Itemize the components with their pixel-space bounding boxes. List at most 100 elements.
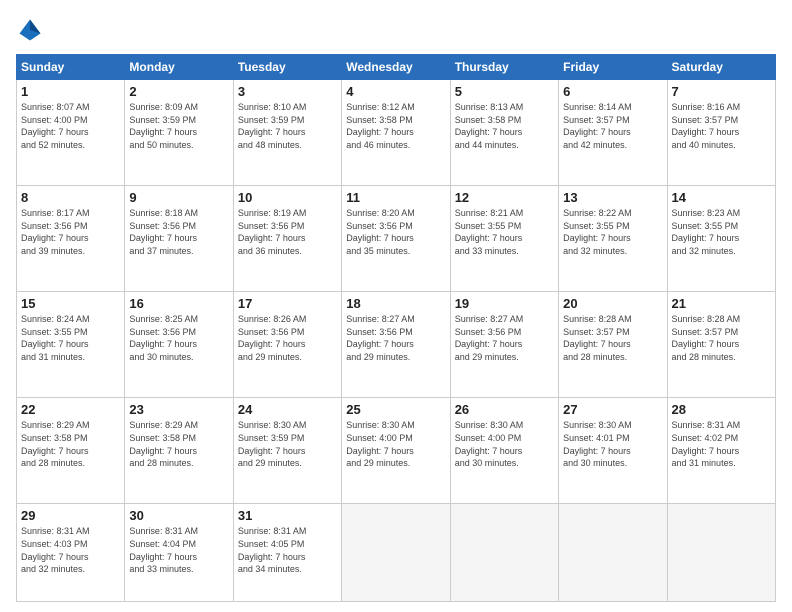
day-number: 21 [672, 296, 771, 311]
calendar-cell: 8 Sunrise: 8:17 AM Sunset: 3:56 PM Daylig… [17, 186, 125, 292]
calendar-cell: 16 Sunrise: 8:25 AM Sunset: 3:56 PM Dayli… [125, 292, 233, 398]
calendar-cell: 2 Sunrise: 8:09 AM Sunset: 3:59 PM Daylig… [125, 80, 233, 186]
day-number: 16 [129, 296, 228, 311]
day-number: 13 [563, 190, 662, 205]
weekday-header: Friday [559, 55, 667, 80]
calendar-cell: 24 Sunrise: 8:30 AM Sunset: 3:59 PM Dayli… [233, 398, 341, 504]
day-info: Sunrise: 8:31 AM Sunset: 4:03 PM Dayligh… [21, 525, 120, 575]
day-number: 15 [21, 296, 120, 311]
calendar-cell: 21 Sunrise: 8:28 AM Sunset: 3:57 PM Dayli… [667, 292, 775, 398]
calendar-cell: 25 Sunrise: 8:30 AM Sunset: 4:00 PM Dayli… [342, 398, 450, 504]
calendar: SundayMondayTuesdayWednesdayThursdayFrid… [16, 54, 776, 602]
header [16, 16, 776, 44]
day-info: Sunrise: 8:09 AM Sunset: 3:59 PM Dayligh… [129, 101, 228, 151]
calendar-cell: 14 Sunrise: 8:23 AM Sunset: 3:55 PM Dayli… [667, 186, 775, 292]
day-info: Sunrise: 8:22 AM Sunset: 3:55 PM Dayligh… [563, 207, 662, 257]
calendar-cell: 5 Sunrise: 8:13 AM Sunset: 3:58 PM Daylig… [450, 80, 558, 186]
day-number: 10 [238, 190, 337, 205]
calendar-cell: 12 Sunrise: 8:21 AM Sunset: 3:55 PM Dayli… [450, 186, 558, 292]
day-number: 18 [346, 296, 445, 311]
day-info: Sunrise: 8:25 AM Sunset: 3:56 PM Dayligh… [129, 313, 228, 363]
day-number: 2 [129, 84, 228, 99]
day-number: 4 [346, 84, 445, 99]
day-number: 8 [21, 190, 120, 205]
weekday-header: Wednesday [342, 55, 450, 80]
page: SundayMondayTuesdayWednesdayThursdayFrid… [0, 0, 792, 612]
day-info: Sunrise: 8:07 AM Sunset: 4:00 PM Dayligh… [21, 101, 120, 151]
calendar-cell [667, 504, 775, 602]
day-number: 1 [21, 84, 120, 99]
day-number: 17 [238, 296, 337, 311]
day-info: Sunrise: 8:28 AM Sunset: 3:57 PM Dayligh… [672, 313, 771, 363]
day-info: Sunrise: 8:26 AM Sunset: 3:56 PM Dayligh… [238, 313, 337, 363]
calendar-cell [342, 504, 450, 602]
calendar-cell: 29Sunrise: 8:31 AM Sunset: 4:03 PM Dayli… [17, 504, 125, 602]
day-number: 12 [455, 190, 554, 205]
day-info: Sunrise: 8:31 AM Sunset: 4:05 PM Dayligh… [238, 525, 337, 575]
calendar-cell: 13 Sunrise: 8:22 AM Sunset: 3:55 PM Dayli… [559, 186, 667, 292]
calendar-cell: 15 Sunrise: 8:24 AM Sunset: 3:55 PM Dayli… [17, 292, 125, 398]
day-info: Sunrise: 8:19 AM Sunset: 3:56 PM Dayligh… [238, 207, 337, 257]
day-number: 28 [672, 402, 771, 417]
day-info: Sunrise: 8:29 AM Sunset: 3:58 PM Dayligh… [21, 419, 120, 469]
calendar-cell: 23 Sunrise: 8:29 AM Sunset: 3:58 PM Dayli… [125, 398, 233, 504]
day-info: Sunrise: 8:30 AM Sunset: 4:00 PM Dayligh… [346, 419, 445, 469]
day-info: Sunrise: 8:27 AM Sunset: 3:56 PM Dayligh… [346, 313, 445, 363]
day-number: 6 [563, 84, 662, 99]
day-number: 19 [455, 296, 554, 311]
calendar-cell: 22 Sunrise: 8:29 AM Sunset: 3:58 PM Dayli… [17, 398, 125, 504]
logo [16, 16, 48, 44]
day-number: 23 [129, 402, 228, 417]
calendar-cell: 17 Sunrise: 8:26 AM Sunset: 3:56 PM Dayli… [233, 292, 341, 398]
day-number: 22 [21, 402, 120, 417]
day-number: 25 [346, 402, 445, 417]
calendar-cell: 10 Sunrise: 8:19 AM Sunset: 3:56 PM Dayli… [233, 186, 341, 292]
calendar-cell: 27 Sunrise: 8:30 AM Sunset: 4:01 PM Dayli… [559, 398, 667, 504]
day-info: Sunrise: 8:13 AM Sunset: 3:58 PM Dayligh… [455, 101, 554, 151]
day-info: Sunrise: 8:31 AM Sunset: 4:02 PM Dayligh… [672, 419, 771, 469]
calendar-cell: 31 Sunrise: 8:31 AM Sunset: 4:05 PM Dayli… [233, 504, 341, 602]
day-info: Sunrise: 8:31 AM Sunset: 4:04 PM Dayligh… [129, 525, 228, 575]
day-info: Sunrise: 8:21 AM Sunset: 3:55 PM Dayligh… [455, 207, 554, 257]
weekday-header: Tuesday [233, 55, 341, 80]
day-info: Sunrise: 8:14 AM Sunset: 3:57 PM Dayligh… [563, 101, 662, 151]
day-info: Sunrise: 8:16 AM Sunset: 3:57 PM Dayligh… [672, 101, 771, 151]
day-number: 27 [563, 402, 662, 417]
calendar-cell: 19 Sunrise: 8:27 AM Sunset: 3:56 PM Dayli… [450, 292, 558, 398]
day-info: Sunrise: 8:27 AM Sunset: 3:56 PM Dayligh… [455, 313, 554, 363]
day-number: 14 [672, 190, 771, 205]
day-info: Sunrise: 8:28 AM Sunset: 3:57 PM Dayligh… [563, 313, 662, 363]
day-info: Sunrise: 8:10 AM Sunset: 3:59 PM Dayligh… [238, 101, 337, 151]
day-info: Sunrise: 8:20 AM Sunset: 3:56 PM Dayligh… [346, 207, 445, 257]
calendar-cell: 18 Sunrise: 8:27 AM Sunset: 3:56 PM Dayli… [342, 292, 450, 398]
day-number: 9 [129, 190, 228, 205]
calendar-cell: 7Sunrise: 8:16 AM Sunset: 3:57 PM Daylig… [667, 80, 775, 186]
logo-icon [16, 16, 44, 44]
day-number: 24 [238, 402, 337, 417]
day-number: 5 [455, 84, 554, 99]
day-info: Sunrise: 8:30 AM Sunset: 3:59 PM Dayligh… [238, 419, 337, 469]
day-info: Sunrise: 8:12 AM Sunset: 3:58 PM Dayligh… [346, 101, 445, 151]
day-number: 26 [455, 402, 554, 417]
calendar-cell: 3Sunrise: 8:10 AM Sunset: 3:59 PM Daylig… [233, 80, 341, 186]
day-number: 31 [238, 508, 337, 523]
day-info: Sunrise: 8:24 AM Sunset: 3:55 PM Dayligh… [21, 313, 120, 363]
calendar-cell: 11Sunrise: 8:20 AM Sunset: 3:56 PM Dayli… [342, 186, 450, 292]
calendar-cell [559, 504, 667, 602]
calendar-cell: 1 Sunrise: 8:07 AM Sunset: 4:00 PM Daylig… [17, 80, 125, 186]
day-info: Sunrise: 8:29 AM Sunset: 3:58 PM Dayligh… [129, 419, 228, 469]
weekday-header: Monday [125, 55, 233, 80]
calendar-cell: 4 Sunrise: 8:12 AM Sunset: 3:58 PM Daylig… [342, 80, 450, 186]
day-info: Sunrise: 8:18 AM Sunset: 3:56 PM Dayligh… [129, 207, 228, 257]
day-number: 20 [563, 296, 662, 311]
calendar-cell: 6 Sunrise: 8:14 AM Sunset: 3:57 PM Daylig… [559, 80, 667, 186]
weekday-header: Thursday [450, 55, 558, 80]
day-info: Sunrise: 8:17 AM Sunset: 3:56 PM Dayligh… [21, 207, 120, 257]
day-info: Sunrise: 8:23 AM Sunset: 3:55 PM Dayligh… [672, 207, 771, 257]
day-info: Sunrise: 8:30 AM Sunset: 4:00 PM Dayligh… [455, 419, 554, 469]
weekday-header: Sunday [17, 55, 125, 80]
calendar-cell: 26 Sunrise: 8:30 AM Sunset: 4:00 PM Dayli… [450, 398, 558, 504]
day-info: Sunrise: 8:30 AM Sunset: 4:01 PM Dayligh… [563, 419, 662, 469]
weekday-header: Saturday [667, 55, 775, 80]
calendar-cell: 20 Sunrise: 8:28 AM Sunset: 3:57 PM Dayli… [559, 292, 667, 398]
